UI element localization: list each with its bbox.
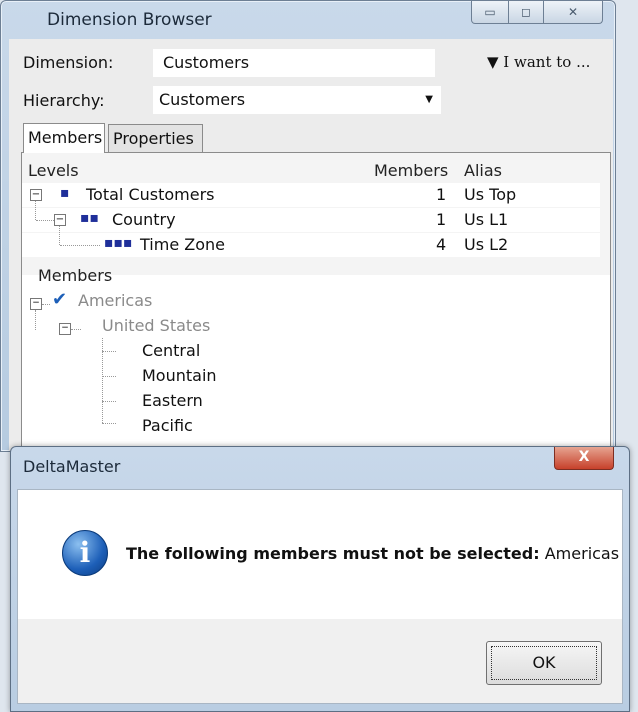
- close-icon: ✕: [567, 5, 579, 19]
- tree-line: [102, 376, 116, 377]
- minimize-button[interactable]: ▭: [471, 1, 509, 24]
- level-name: Time Zone: [140, 235, 225, 254]
- collapse-icon[interactable]: −: [59, 323, 71, 335]
- member-pacific[interactable]: Pacific: [142, 416, 193, 435]
- member-central[interactable]: Central: [142, 341, 200, 360]
- tree-line: [35, 201, 36, 220]
- collapse-icon[interactable]: −: [30, 189, 42, 201]
- level-name: Country: [112, 210, 176, 229]
- minimize-icon: ▭: [484, 5, 496, 19]
- tree-line: [71, 329, 81, 330]
- tree-line: [42, 304, 50, 305]
- window-title: Dimension Browser: [47, 10, 212, 30]
- level-count: 1: [436, 210, 447, 229]
- info-icon: i: [62, 530, 108, 576]
- level-alias: Us L1: [464, 210, 509, 229]
- level-name: Total Customers: [86, 185, 215, 204]
- i-want-to-menu[interactable]: ▼ I want to ...: [487, 53, 590, 71]
- level-row[interactable]: ▪▪▪ Time Zone 4 Us L2: [22, 226, 600, 257]
- close-button[interactable]: ✕: [544, 1, 603, 24]
- dimension-label: Dimension:: [23, 53, 114, 72]
- dialog-title: DeltaMaster: [23, 457, 121, 476]
- level-2-icon: ▪▪: [80, 210, 99, 226]
- deltamaster-dialog: DeltaMaster X i The following members mu…: [10, 446, 630, 712]
- dialog-close-button[interactable]: X: [554, 447, 614, 470]
- levels-grid: Levels Members Alias − ▪ Total Customers…: [22, 153, 610, 275]
- level-1-icon: ▪: [60, 185, 70, 201]
- tab-properties[interactable]: Properties: [108, 124, 203, 152]
- dialog-body: i The following members must not be sele…: [17, 489, 623, 621]
- member-eastern[interactable]: Eastern: [142, 391, 203, 410]
- tree-line: [35, 310, 36, 330]
- dimension-field[interactable]: Customers: [153, 49, 435, 77]
- level-row[interactable]: − ▪ Total Customers 1 Us Top: [22, 183, 600, 207]
- member-mountain[interactable]: Mountain: [142, 366, 217, 385]
- level-alias: Us Top: [464, 185, 517, 204]
- members-tree-header: Members: [38, 266, 113, 285]
- tree-line: [60, 245, 100, 246]
- hierarchy-label: Hierarchy:: [23, 91, 105, 110]
- level-3-icon: ▪▪▪: [104, 235, 133, 251]
- dimension-browser-window: Dimension Browser ▭ ◻ ✕ Dimension: Custo…: [0, 0, 616, 453]
- level-count: 4: [436, 235, 447, 254]
- tab-members[interactable]: Members: [23, 123, 105, 153]
- level-row[interactable]: − ▪▪ Country 1 Us L1: [22, 201, 600, 232]
- hierarchy-select[interactable]: Customers ▼: [153, 86, 441, 114]
- level-alias: Us L2: [464, 235, 509, 254]
- tree-line: [102, 351, 116, 352]
- maximize-icon: ◻: [521, 5, 531, 19]
- collapse-icon[interactable]: −: [54, 214, 66, 226]
- level-count: 1: [436, 185, 447, 204]
- caption-buttons: ▭ ◻ ✕: [471, 1, 603, 25]
- chevron-down-icon: ▼: [425, 94, 433, 105]
- maximize-button[interactable]: ◻: [509, 1, 544, 24]
- window-client-area: Dimension: Customers ▼ I want to ... Hie…: [9, 39, 613, 453]
- message-text: The following members must not be select…: [126, 544, 540, 563]
- dialog-message: The following members must not be select…: [126, 544, 619, 563]
- checkmark-icon: ✔: [52, 289, 68, 310]
- tree-line: [36, 220, 54, 221]
- members-panel: Levels Members Alias − ▪ Total Customers…: [21, 152, 611, 453]
- hierarchy-value: Customers: [159, 90, 246, 109]
- alias-header: Alias: [464, 161, 502, 180]
- message-value: Americas: [544, 544, 620, 563]
- close-icon: X: [578, 449, 590, 465]
- member-united-states[interactable]: United States: [102, 316, 210, 335]
- members-count-header: Members: [374, 161, 449, 180]
- tree-line: [102, 423, 116, 424]
- member-americas[interactable]: Americas: [78, 291, 152, 310]
- dialog-footer: OK: [17, 619, 623, 704]
- tree-line: [102, 401, 116, 402]
- tree-line: [59, 226, 60, 245]
- collapse-icon[interactable]: −: [30, 298, 42, 310]
- levels-header: Levels: [28, 161, 79, 180]
- ok-button[interactable]: OK: [486, 641, 602, 685]
